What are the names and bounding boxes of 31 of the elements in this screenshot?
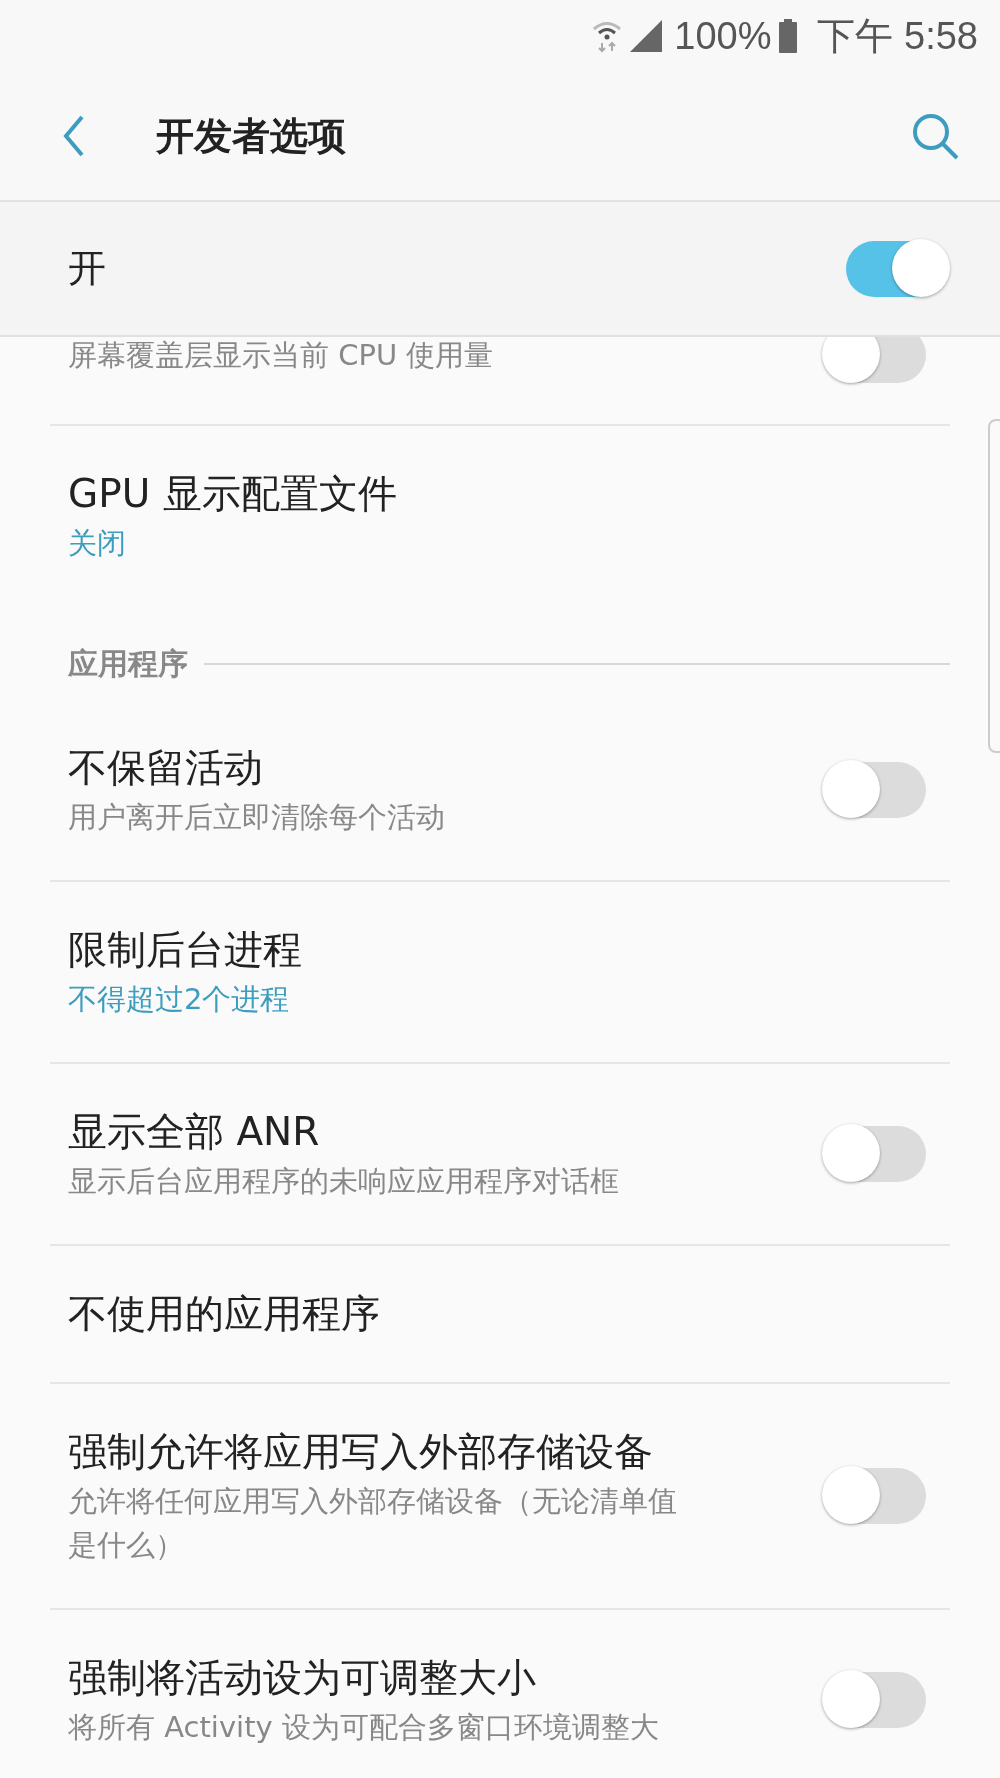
- setting-title[interactable]: 限制后台进程: [68, 923, 302, 977]
- setting-value: 关闭: [68, 525, 127, 562]
- toggle-switch[interactable]: [824, 1672, 926, 1728]
- setting-description: 允许将任何应用写入外部存储设备（无论清单值是什么）: [68, 1483, 678, 1564]
- setting-title[interactable]: 不保留活动: [68, 741, 445, 795]
- setting-title[interactable]: 不使用的应用程序: [68, 1287, 380, 1341]
- toggle-switch[interactable]: [846, 240, 948, 297]
- setting-value: 不得超过2个进程: [68, 981, 291, 1018]
- setting-title[interactable]: 强制允许将应用写入外部存储设备: [68, 1425, 688, 1479]
- signal-icon: [630, 20, 663, 52]
- setting-description: 将所有 Activity 设为可配合多窗口环境调整大: [68, 1709, 659, 1746]
- setting-description: 屏幕覆盖层显示当前 CPU 使用量: [68, 337, 494, 374]
- setting-title[interactable]: GPU 显示配置文件: [68, 467, 397, 521]
- page-title: 开发者选项: [156, 112, 347, 160]
- section-header: 应用程序: [68, 645, 188, 683]
- setting-title[interactable]: 强制将活动设为可调整大小: [68, 1651, 659, 1705]
- master-switch-row[interactable]: 开: [0, 202, 1000, 337]
- toggle-switch[interactable]: [824, 337, 926, 383]
- battery-percentage: 100%: [674, 14, 772, 58]
- wifi-icon: [592, 19, 623, 53]
- back-icon[interactable]: [62, 114, 86, 158]
- setting-title[interactable]: 显示全部 ANR: [68, 1105, 619, 1159]
- master-switch-label: 开: [68, 245, 106, 292]
- toggle-switch[interactable]: [824, 1126, 926, 1182]
- setting-description: 用户离开后立即清除每个活动: [68, 799, 445, 836]
- toggle-switch[interactable]: [824, 762, 926, 818]
- toggle-switch[interactable]: [824, 1468, 926, 1524]
- clock: 下午 5:58: [817, 13, 978, 59]
- setting-description: 显示后台应用程序的未响应应用程序对话框: [68, 1163, 619, 1200]
- battery-icon: [779, 19, 798, 53]
- search-icon[interactable]: [910, 111, 960, 161]
